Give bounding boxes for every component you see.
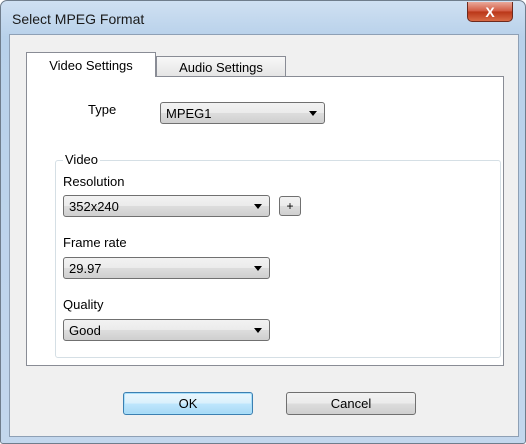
frame-rate-select[interactable]: 29.97 xyxy=(63,257,270,279)
tab-audio-settings[interactable]: Audio Settings xyxy=(156,56,286,78)
tab-video-settings[interactable]: Video Settings xyxy=(26,52,156,77)
quality-select-value: Good xyxy=(69,322,101,338)
tab-label: Audio Settings xyxy=(179,60,263,75)
quality-select[interactable]: Good xyxy=(63,319,270,341)
resolution-select[interactable]: 352x240 xyxy=(63,195,270,217)
resolution-label: Resolution xyxy=(63,174,125,189)
cancel-button[interactable]: Cancel xyxy=(286,392,416,415)
dialog-client-area: Video Settings Audio Settings Type MPEG1… xyxy=(9,34,519,437)
video-group-label: Video xyxy=(63,152,101,167)
plus-icon: + xyxy=(286,199,294,213)
ok-button-label: OK xyxy=(178,396,198,411)
type-label: Type xyxy=(88,102,117,117)
type-select[interactable]: MPEG1 xyxy=(160,102,325,124)
frame-rate-label: Frame rate xyxy=(63,235,127,250)
close-button[interactable]: X xyxy=(467,2,513,22)
chevron-down-icon xyxy=(254,204,262,209)
tab-label: Video Settings xyxy=(49,57,133,73)
window-title: Select MPEG Format xyxy=(12,11,145,27)
resolution-select-value: 352x240 xyxy=(69,198,119,214)
type-select-value: MPEG1 xyxy=(166,105,212,121)
add-resolution-button[interactable]: + xyxy=(279,196,301,216)
chevron-down-icon xyxy=(254,266,262,271)
dialog-window: Select MPEG Format X Video Settings Audi… xyxy=(0,0,526,444)
video-settings-panel: Type MPEG1 Video Resolution 352x240 + Fr… xyxy=(26,76,504,366)
close-icon: X xyxy=(485,3,495,20)
chevron-down-icon xyxy=(309,111,317,116)
chevron-down-icon xyxy=(254,328,262,333)
cancel-button-label: Cancel xyxy=(330,396,372,411)
ok-button[interactable]: OK xyxy=(123,392,253,415)
frame-rate-select-value: 29.97 xyxy=(69,260,102,276)
quality-label: Quality xyxy=(63,297,104,312)
